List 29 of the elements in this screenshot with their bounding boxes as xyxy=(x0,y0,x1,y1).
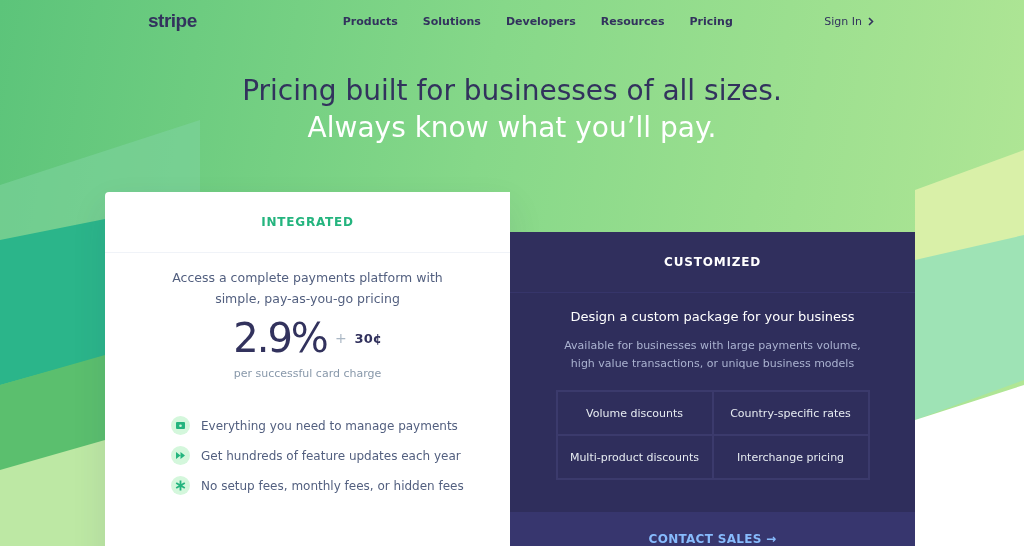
card-heading: Design a custom package for your business xyxy=(570,309,855,324)
nav-link[interactable]: Pricing xyxy=(689,14,733,28)
plus-sign: + xyxy=(334,330,347,346)
feature-text: Get hundreds of feature updates each year xyxy=(201,448,461,463)
nav-link[interactable]: Developers xyxy=(505,14,576,28)
option-cell: Multi-product discounts xyxy=(556,435,713,479)
nav-link[interactable]: Solutions xyxy=(422,14,481,28)
option-cell: Volume discounts xyxy=(556,391,713,435)
option-cell: Interchange pricing xyxy=(712,435,869,479)
wallet-icon xyxy=(171,416,190,435)
card-description: Access a complete payments platform with simple, pay-as-you-go pricing xyxy=(171,269,444,308)
price-rate: 2.9% xyxy=(233,315,327,361)
nav-link[interactable]: Products xyxy=(342,14,398,28)
chevron-icon xyxy=(868,16,874,26)
price-note: per successful card charge xyxy=(232,367,383,380)
sign-in-link[interactable]: Sign In xyxy=(824,14,874,28)
contact-sales-link[interactable]: CONTACT SALES → xyxy=(648,533,777,546)
feature-text: Everything you need to manage payments xyxy=(201,418,458,433)
logo[interactable]: stripe xyxy=(148,10,197,32)
option-cell: Country-specific rates xyxy=(712,391,869,435)
card-title: INTEGRATED xyxy=(261,215,354,229)
headline: Pricing built for businesses of all sizes. xyxy=(241,73,783,109)
nav-link[interactable]: Resources xyxy=(600,14,665,28)
fast-forward-icon xyxy=(171,446,190,465)
price-fee: 30¢ xyxy=(354,330,382,346)
subheadline: Always know what you’ll pay. xyxy=(306,110,718,146)
card-description: Available for businesses with large payments volume, high value transactions, or unique business models xyxy=(563,338,862,372)
card-title: CUSTOMIZED xyxy=(664,255,761,269)
feature-text: No setup fees, monthly fees, or hidden fees xyxy=(201,478,464,493)
